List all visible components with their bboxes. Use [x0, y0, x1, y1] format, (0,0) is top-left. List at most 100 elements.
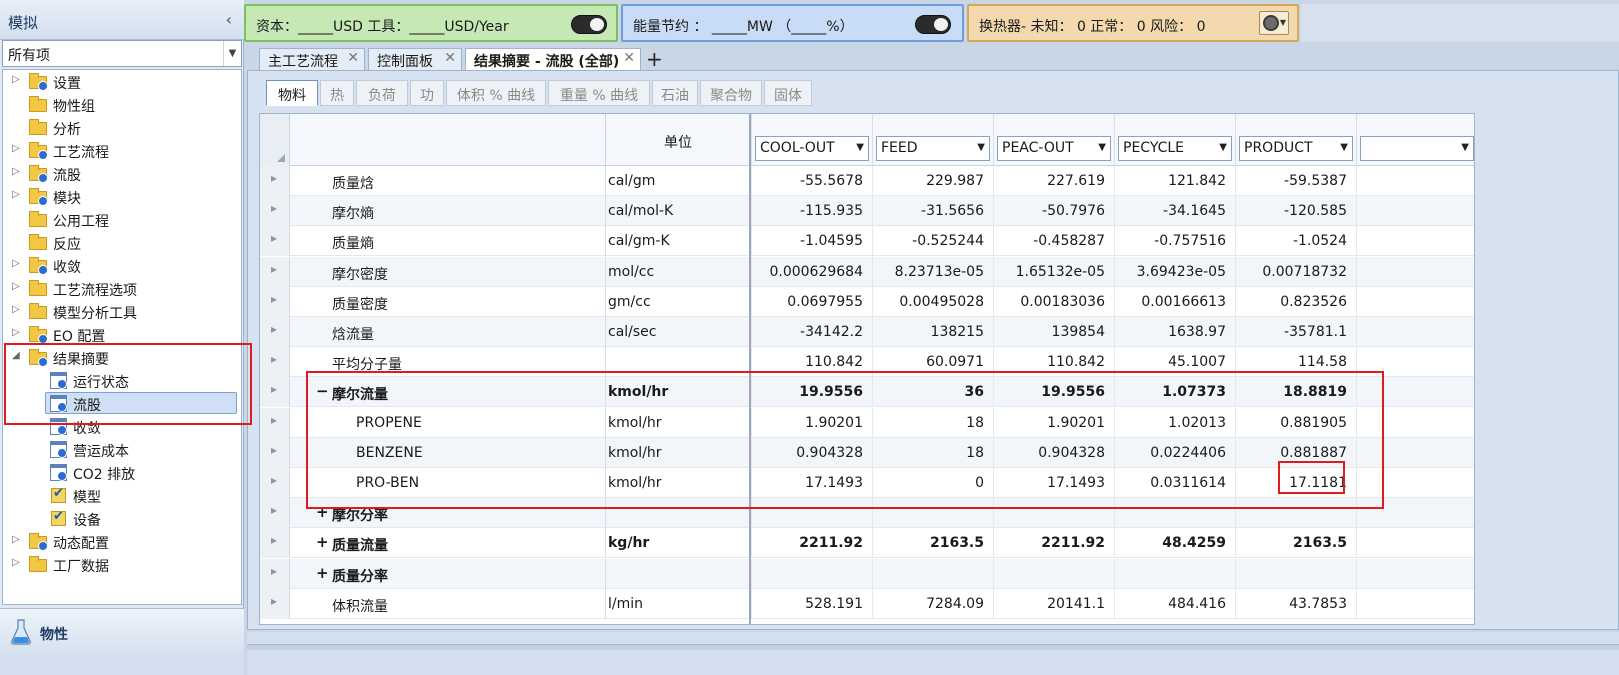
stream-select-dropdown[interactable]: PECYCLE ▼	[1118, 136, 1232, 161]
value-cell[interactable]	[993, 558, 1114, 589]
row-header-arrow-icon[interactable]	[260, 558, 290, 589]
expand-arrow-icon[interactable]: ▷	[12, 281, 22, 292]
close-icon[interactable]: ✕	[347, 50, 359, 66]
expand-arrow-icon[interactable]: ▷	[12, 557, 22, 568]
tree-item[interactable]: 模型	[3, 484, 241, 507]
sub-tab[interactable]: 体积 % 曲线	[446, 80, 546, 106]
value-cell[interactable]	[1356, 377, 1474, 408]
tree-item[interactable]: ▷ 设置	[3, 70, 241, 93]
sub-tab[interactable]: 负荷	[356, 80, 408, 106]
collapse-arrow-icon[interactable]: ◢	[12, 350, 22, 361]
expand-plus-icon[interactable]: +	[316, 533, 329, 551]
expand-arrow-icon[interactable]: ▷	[12, 534, 22, 545]
tree-item[interactable]: ◢ 结果摘要	[3, 346, 241, 369]
tree-item[interactable]: 设备	[3, 507, 241, 530]
row-header-arrow-icon[interactable]	[260, 437, 290, 468]
expand-arrow-icon[interactable]: ▷	[12, 166, 22, 177]
expand-arrow-icon[interactable]: ▷	[12, 304, 22, 315]
value-cell[interactable]	[1356, 588, 1474, 619]
sub-tab[interactable]: 石油	[652, 80, 698, 106]
energy-toggle[interactable]	[915, 15, 951, 34]
value-cell[interactable]	[1356, 196, 1474, 227]
value-cell[interactable]	[1356, 317, 1474, 347]
value-cell[interactable]	[1356, 558, 1474, 589]
tree-item[interactable]: 物性组	[3, 93, 241, 116]
row-header-arrow-icon[interactable]	[260, 407, 290, 438]
value-cell[interactable]	[1114, 498, 1235, 529]
close-icon[interactable]: ✕	[444, 50, 456, 66]
tree-item[interactable]: CO2 排放	[3, 461, 241, 484]
tree-item[interactable]: ▷ 收敛	[3, 254, 241, 277]
grid-corner[interactable]	[260, 114, 290, 166]
expand-arrow-icon[interactable]: ▷	[12, 327, 22, 338]
tree-item[interactable]: 营运成本	[3, 438, 241, 461]
value-cell[interactable]	[1356, 256, 1474, 287]
tree-item[interactable]: 公用工程	[3, 208, 241, 231]
collapse-pane-icon[interactable]: ‹	[226, 10, 232, 29]
row-header-arrow-icon[interactable]	[260, 347, 290, 378]
tree-item[interactable]: 反应	[3, 231, 241, 254]
tab-control-panel[interactable]: 控制面板 ✕	[368, 48, 462, 70]
tree-item[interactable]: 分析	[3, 116, 241, 139]
row-header-arrow-icon[interactable]	[260, 286, 290, 317]
row-header-arrow-icon[interactable]	[260, 256, 290, 287]
row-header-arrow-icon[interactable]	[260, 498, 290, 529]
capital-toggle[interactable]	[571, 15, 607, 34]
row-header-arrow-icon[interactable]	[260, 468, 290, 498]
expand-arrow-icon[interactable]: ▷	[12, 143, 22, 154]
nav-filter-dropdown[interactable]: 所有项 ▼	[2, 40, 242, 67]
tab-results-summary-streams[interactable]: 结果摘要 - 流股 (全部) ✕	[465, 48, 641, 70]
value-cell[interactable]	[1356, 286, 1474, 317]
tree-item[interactable]: 收敛	[3, 415, 241, 438]
expand-arrow-icon[interactable]: ▷	[12, 74, 22, 85]
row-header-arrow-icon[interactable]	[260, 166, 290, 196]
value-cell[interactable]	[1356, 166, 1474, 196]
tab-main-flowsheet[interactable]: 主工艺流程 ✕	[259, 48, 365, 70]
row-header-arrow-icon[interactable]	[260, 377, 290, 408]
tree-item[interactable]: ▷ EO 配置	[3, 323, 241, 346]
value-cell[interactable]	[751, 558, 872, 589]
value-cell[interactable]	[1356, 226, 1474, 257]
sub-tab[interactable]: 聚合物	[700, 80, 762, 106]
value-cell[interactable]	[1356, 437, 1474, 468]
frozen-column-separator[interactable]	[749, 114, 751, 624]
sub-tab[interactable]: 重量 % 曲线	[548, 80, 650, 106]
value-cell[interactable]	[872, 558, 993, 589]
value-cell[interactable]	[872, 498, 993, 529]
expand-arrow-icon[interactable]: ▷	[12, 189, 22, 200]
horizontal-scrollbar[interactable]	[247, 644, 1619, 650]
expand-plus-icon[interactable]: +	[316, 503, 329, 521]
row-header-arrow-icon[interactable]	[260, 317, 290, 347]
value-cell[interactable]	[1235, 558, 1356, 589]
sub-tab[interactable]: 功	[410, 80, 444, 106]
stream-select-dropdown[interactable]: FEED ▼	[876, 136, 990, 161]
stream-select-dropdown[interactable]: PRODUCT ▼	[1239, 136, 1353, 161]
new-tab-plus-icon[interactable]: +	[646, 47, 663, 71]
row-header-arrow-icon[interactable]	[260, 588, 290, 619]
stream-select-dropdown[interactable]: COOL-OUT ▼	[755, 136, 869, 161]
stream-select-dropdown[interactable]: ▼	[1360, 136, 1474, 161]
value-cell[interactable]	[1356, 528, 1474, 559]
expand-plus-icon[interactable]: +	[316, 564, 329, 582]
sub-tab[interactable]: 热	[320, 80, 354, 106]
value-cell[interactable]	[1356, 347, 1474, 378]
value-cell[interactable]	[751, 498, 872, 529]
chevron-down-icon[interactable]: ▼	[223, 41, 241, 66]
tree-item[interactable]: ▷ 工厂数据	[3, 553, 241, 576]
value-cell[interactable]	[993, 498, 1114, 529]
tree-item[interactable]: ▷ 动态配置	[3, 530, 241, 553]
tree-item[interactable]: ▷ 模型分析工具	[3, 300, 241, 323]
expand-arrow-icon[interactable]: ▷	[12, 258, 22, 269]
tree-item[interactable]: ▷ 模块	[3, 185, 241, 208]
tree-item[interactable]: ▷ 工艺流程选项	[3, 277, 241, 300]
tree-item[interactable]: ▷ 流股	[3, 162, 241, 185]
sub-tab[interactable]: 固体	[764, 80, 812, 106]
row-header-arrow-icon[interactable]	[260, 196, 290, 227]
close-icon[interactable]: ✕	[623, 50, 635, 66]
sub-tab[interactable]: 物料	[266, 80, 318, 106]
value-cell[interactable]	[1356, 498, 1474, 529]
value-cell[interactable]	[1356, 468, 1474, 498]
collapse-minus-icon[interactable]: −	[316, 382, 329, 400]
properties-nav-button[interactable]: 物性	[0, 608, 244, 654]
stream-select-dropdown[interactable]: PEAC-OUT ▼	[997, 136, 1111, 161]
